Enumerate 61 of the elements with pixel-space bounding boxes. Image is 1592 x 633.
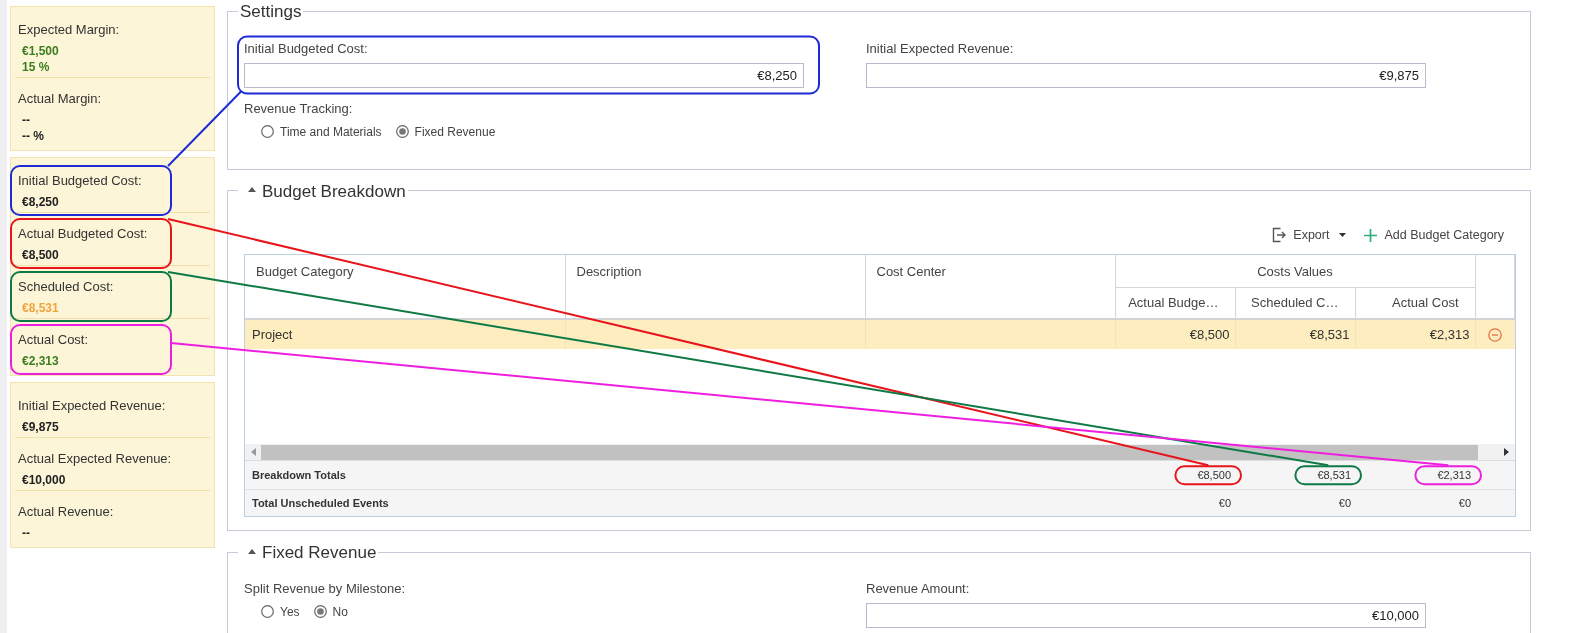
plus-icon — [1364, 228, 1378, 242]
metric-value: -- — [22, 112, 30, 128]
radio-button[interactable] — [395, 125, 409, 138]
radio-label[interactable]: Fixed Revenue — [414, 123, 496, 140]
field-label: Initial Budgeted Cost: — [244, 39, 368, 58]
table-cell: €0 — [1218, 497, 1232, 510]
table-cell: €8,531 — [1235, 319, 1355, 350]
metric-label: Expected Margin: — [18, 21, 120, 39]
table-cell: €0 — [1338, 497, 1352, 510]
row-label: Total Unscheduled Events — [252, 497, 389, 510]
section-title: Budget Breakdown — [262, 181, 406, 201]
metric-value: €9,875 — [22, 419, 59, 435]
metric-value: €8,531 — [22, 300, 59, 316]
table-cell: €8,500 — [1115, 319, 1235, 350]
metric-value: €8,250 — [22, 194, 59, 210]
caret-up-icon[interactable] — [248, 187, 256, 193]
metric-label: Actual Expected Revenue: — [18, 450, 172, 468]
radio-button[interactable] — [313, 605, 327, 619]
field-label: Split Revenue by Milestone: — [244, 579, 406, 598]
caret-down-icon — [1339, 233, 1347, 238]
metric-label: Initial Budgeted Cost: — [18, 172, 142, 190]
table-cell: €8,531 — [1317, 469, 1352, 482]
add-category-button[interactable]: Add Budget Category — [1362, 224, 1506, 247]
export-button[interactable]: Export — [1270, 224, 1349, 247]
table-cell: €2,313 — [1437, 469, 1472, 482]
field-label: Revenue Tracking: — [244, 99, 353, 118]
field-label: Initial Expected Revenue: — [866, 39, 1014, 58]
radio-label[interactable]: Time and Materials — [280, 123, 382, 140]
text-input[interactable]: €9,875 — [866, 62, 1426, 88]
radio-button[interactable] — [261, 125, 274, 138]
radio-button[interactable] — [261, 605, 274, 619]
metric-label: Actual Budgeted Cost: — [18, 225, 148, 243]
text-input[interactable]: €10,000 — [866, 602, 1426, 628]
export-icon — [1272, 227, 1287, 244]
table-row[interactable]: Project €8,500 €8,531 €2,313 — [245, 319, 1515, 350]
column-group-header: Costs Values — [1115, 255, 1475, 288]
metric-label: Actual Revenue: — [18, 503, 114, 521]
text-input[interactable]: €8,250 — [244, 62, 804, 88]
metric-label: Scheduled Cost: — [18, 278, 114, 296]
metric-value: €8,500 — [22, 247, 59, 263]
metric-value: -- — [22, 525, 30, 541]
metric-value: 15 % — [22, 59, 50, 75]
metric-value: €10,000 — [22, 472, 66, 488]
table-cell: €2,313 — [1355, 319, 1475, 350]
caret-up-icon[interactable] — [248, 548, 256, 554]
section-title: Fixed Revenue — [262, 542, 377, 562]
metric-value: €2,313 — [22, 353, 59, 369]
metric-label: Actual Cost: — [18, 331, 89, 349]
radio-label[interactable]: No — [332, 603, 348, 620]
triangle-right-icon[interactable] — [1504, 448, 1509, 457]
metric-value: €1,500 — [22, 43, 59, 59]
table-cell: €8,500 — [1197, 469, 1232, 482]
metric-label: Initial Expected Revenue: — [18, 397, 166, 415]
metric-value: -- % — [22, 128, 44, 144]
section-title: Settings — [240, 1, 302, 21]
radio-label[interactable]: Yes — [280, 603, 300, 620]
field-label: Revenue Amount: — [866, 579, 970, 598]
row-label: Breakdown Totals — [252, 469, 346, 482]
table-cell: Project — [245, 319, 565, 350]
metric-label: Actual Margin: — [18, 90, 102, 108]
table-cell: €0 — [1458, 497, 1472, 510]
